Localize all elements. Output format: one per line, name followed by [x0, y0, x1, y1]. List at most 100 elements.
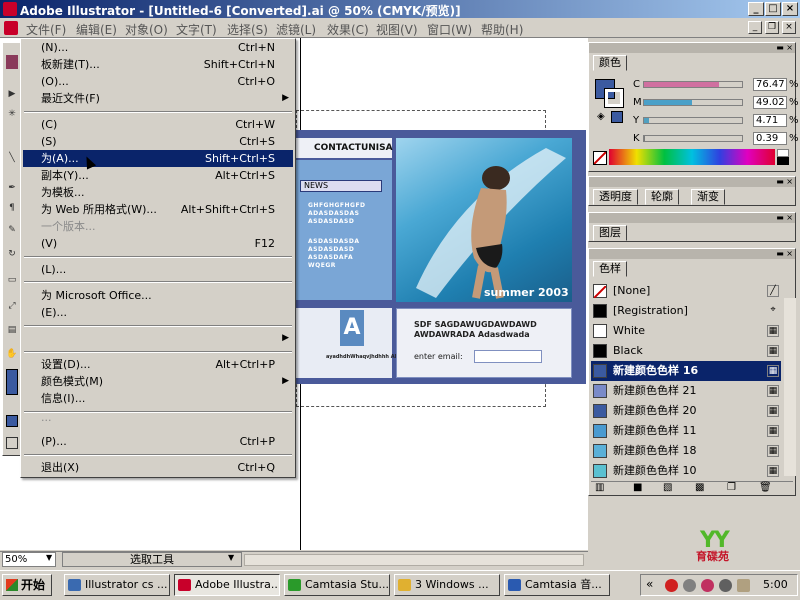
menu-effect[interactable]: 效果(C): [327, 21, 369, 38]
tab-color[interactable]: 颜色: [593, 55, 627, 71]
menu-window[interactable]: 窗口(W): [427, 21, 472, 38]
pen-tool-icon[interactable]: ✒: [6, 183, 18, 193]
close-button[interactable]: ×: [782, 2, 798, 16]
doc-close-button[interactable]: ×: [782, 21, 796, 34]
color-chip-icon[interactable]: [611, 111, 623, 123]
doc-minimize-button[interactable]: _: [748, 21, 762, 34]
menu-item-recent-files[interactable]: 最近文件(F) ▶: [23, 90, 293, 107]
menu-item-save-template[interactable]: 为模板...: [23, 184, 293, 201]
tab-stroke[interactable]: 轮廓: [645, 189, 679, 205]
menu-select[interactable]: 选择(S): [227, 21, 268, 38]
zoom-dropdown-icon[interactable]: ▼: [46, 553, 52, 562]
none-color-icon[interactable]: [593, 151, 607, 165]
menu-item-exit[interactable]: 退出(X) Ctrl+Q: [23, 459, 293, 476]
rect-tool-icon[interactable]: ▭: [6, 275, 18, 285]
hand-tool-icon[interactable]: ✋: [6, 349, 18, 359]
minimize-button[interactable]: _: [748, 2, 764, 16]
task-camtasia-audio[interactable]: Camtasia 音...: [504, 574, 610, 596]
panel-header[interactable]: ▬ ×: [589, 213, 795, 223]
tab-swatches[interactable]: 色样: [593, 261, 627, 277]
menu-item-document-setup[interactable]: 设置(D)... Alt+Ctrl+P: [23, 356, 293, 373]
menu-edit[interactable]: 编辑(E): [76, 21, 117, 38]
slider-track[interactable]: [643, 135, 743, 142]
type-tool-icon[interactable]: ¶: [6, 203, 18, 213]
gradient-tool-icon[interactable]: ▤: [6, 325, 18, 335]
menu-item-new[interactable]: (N)... Ctrl+N: [23, 39, 293, 56]
panel-controls-icon[interactable]: ▬ ×: [776, 43, 793, 53]
menu-item-export[interactable]: (E)...: [23, 304, 293, 321]
swatch-registration[interactable]: [Registration] ⌖: [591, 301, 781, 321]
menu-help[interactable]: 帮助(H): [481, 21, 523, 38]
volume-icon[interactable]: [737, 579, 750, 592]
swatch[interactable]: 新建颜色色样 18 ▦: [591, 441, 781, 461]
stroke-swatch[interactable]: [604, 88, 624, 108]
task-adobe-illustrator[interactable]: Adobe Illustra...: [174, 574, 280, 596]
show-pattern-icon[interactable]: ▩: [695, 482, 704, 493]
menu-item-open[interactable]: (O)... Ctrl+O: [23, 73, 293, 90]
panel-controls-icon[interactable]: ▬ ×: [776, 249, 793, 259]
illustrator-app-icon[interactable]: [3, 2, 17, 16]
task-windows-folder[interactable]: 3 Windows ...: [394, 574, 500, 596]
panel-controls-icon[interactable]: ▬ ×: [776, 177, 793, 187]
show-gradient-icon[interactable]: ▧: [663, 482, 672, 493]
swatch-white[interactable]: White ▦: [591, 321, 781, 341]
menu-item-save-copy[interactable]: 副本(Y)... Alt+Ctrl+S: [23, 167, 293, 184]
menu-type[interactable]: 文字(T): [176, 21, 217, 38]
logo-tool-icon[interactable]: [6, 55, 18, 69]
selection-tool-icon[interactable]: ▶: [6, 89, 18, 99]
cyan-value-field[interactable]: 76.47: [753, 78, 787, 91]
doc-restore-button[interactable]: ❐: [765, 21, 779, 34]
tray-app-icon[interactable]: [701, 579, 714, 592]
tab-transparency[interactable]: 透明度: [593, 189, 638, 205]
horizontal-scrollbar[interactable]: [244, 554, 584, 566]
delete-swatch-icon[interactable]: 🗑: [759, 482, 772, 493]
swatch[interactable]: 新建颜色色样 11 ▦: [591, 421, 781, 441]
menu-item-file-info[interactable]: 信息(I)...: [23, 390, 293, 407]
menu-item-place[interactable]: (L)...: [23, 261, 293, 278]
yellow-value-field[interactable]: 4.71: [753, 114, 787, 127]
show-color-icon[interactable]: ■: [633, 482, 642, 493]
full-screen-icon[interactable]: [6, 437, 18, 449]
menu-item-revert[interactable]: (V) F12: [23, 235, 293, 252]
menu-item-scripts[interactable]: ▶: [23, 330, 293, 347]
swatch-none[interactable]: [None] ╱: [591, 281, 781, 301]
panel-header[interactable]: ▬ ×: [589, 43, 795, 53]
swatch-black[interactable]: Black ▦: [591, 341, 781, 361]
show-all-icon[interactable]: ▥: [595, 482, 604, 493]
slider-track[interactable]: [643, 117, 743, 124]
cube-icon[interactable]: ◈: [597, 111, 605, 122]
tab-layers[interactable]: 图层: [593, 225, 627, 241]
menu-view[interactable]: 视图(V): [376, 21, 418, 38]
white-chip[interactable]: [777, 149, 789, 157]
menu-filter[interactable]: 滤镜(L): [276, 21, 316, 38]
line-tool-icon[interactable]: ╲: [6, 153, 18, 163]
swatch[interactable]: 新建颜色色样 21 ▦: [591, 381, 781, 401]
new-swatch-icon[interactable]: ❐: [727, 482, 736, 493]
design-artwork[interactable]: CONTACTUNISA NEWS GHFGHGFHGFD ADASDASDAS…: [296, 130, 586, 384]
panel-controls-icon[interactable]: ▬ ×: [776, 213, 793, 223]
magic-wand-icon[interactable]: ✳: [6, 109, 18, 119]
panel-header[interactable]: ▬ ×: [589, 177, 795, 187]
status-dropdown-icon[interactable]: ▼: [228, 553, 234, 562]
menu-item-save-as[interactable]: 为(A)... Shift+Ctrl+S: [23, 150, 293, 167]
menu-item-color-mode[interactable]: 颜色模式(M) ▶: [23, 373, 293, 390]
menu-item-close[interactable]: (C) Ctrl+W: [23, 116, 293, 133]
maximize-button[interactable]: □: [765, 2, 781, 16]
rotate-tool-icon[interactable]: ↻: [6, 249, 18, 259]
status-selector[interactable]: 选取工具: [62, 552, 242, 567]
menu-item-save-for-web[interactable]: 为 Web 所用格式(W)... Alt+Shift+Ctrl+S: [23, 201, 293, 218]
menu-object[interactable]: 对象(O): [125, 21, 168, 38]
black-chip[interactable]: [777, 157, 789, 165]
brush-tool-icon[interactable]: ✎: [6, 225, 18, 235]
menu-item-save[interactable]: (S) Ctrl+S: [23, 133, 293, 150]
panel-header[interactable]: ▬ ×: [589, 249, 795, 259]
tray-record-icon[interactable]: [665, 579, 678, 592]
swatch[interactable]: 新建颜色色样 10 ▦: [591, 461, 781, 481]
tray-app-icon[interactable]: [683, 579, 696, 592]
start-button[interactable]: 开始: [2, 574, 52, 596]
swatch[interactable]: 新建颜色色样 20 ▦: [591, 401, 781, 421]
scale-tool-icon[interactable]: ⤢: [6, 301, 18, 311]
fill-color-icon[interactable]: [6, 369, 18, 395]
black-value-field[interactable]: 0.39: [753, 132, 787, 145]
tray-app-icon[interactable]: [719, 579, 732, 592]
